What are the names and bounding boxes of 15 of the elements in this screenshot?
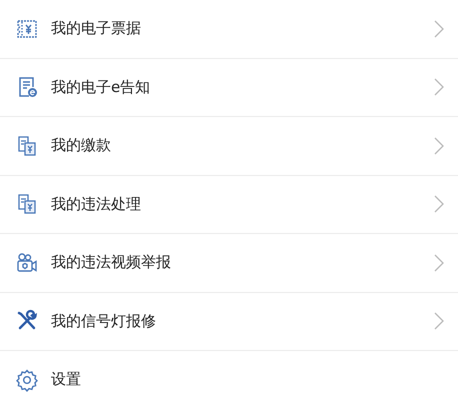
menu-label: 我的电子票据 <box>51 19 142 38</box>
menu-item[interactable]: 我的缴款 <box>0 117 458 176</box>
menu-label: 设置 <box>51 370 82 390</box>
menu-label: 我的缴款 <box>51 136 112 156</box>
menu-label: 我的违法视频举报 <box>51 253 172 272</box>
menu-item[interactable]: 我的违法处理 <box>0 176 458 234</box>
menu-label: 我的信号灯报修 <box>51 312 157 331</box>
menu-label: 我的违法处理 <box>51 194 142 214</box>
menu-label: 我的电子e告知 <box>51 78 152 97</box>
menu-item[interactable]: 我的电子票据 <box>0 0 458 58</box>
menu-item[interactable]: 设置 <box>0 351 458 405</box>
settings-icon <box>15 368 39 392</box>
menu-item[interactable]: 我的违法视频举报 <box>0 234 458 292</box>
menu-item[interactable]: 我的电子e告知 <box>0 58 458 117</box>
menu-item[interactable]: 我的信号灯报修 <box>0 292 458 351</box>
